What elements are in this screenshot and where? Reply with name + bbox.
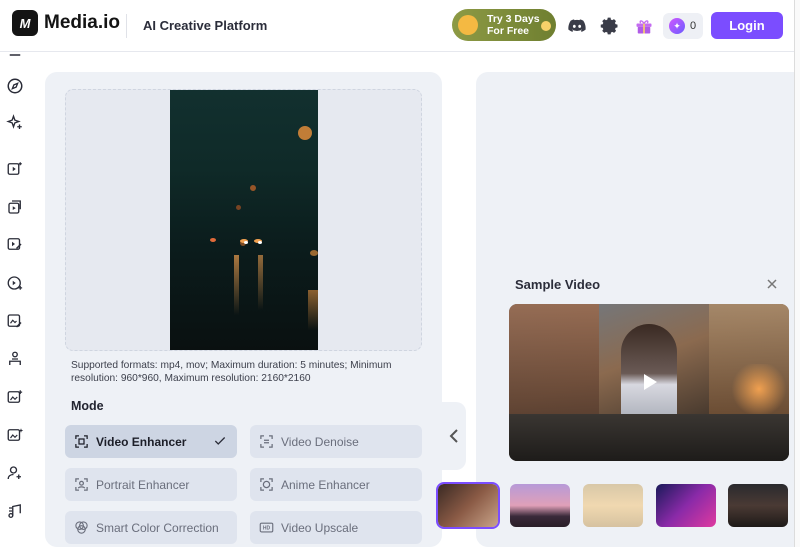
mode-video-denoise-button[interactable]: Video Denoise <box>250 425 422 458</box>
person-add-icon[interactable] <box>6 464 24 482</box>
mode-video-enhancer-button[interactable]: Video Enhancer <box>65 425 237 458</box>
close-icon[interactable] <box>766 278 778 290</box>
gear-icon[interactable] <box>600 16 620 36</box>
mode-heading: Mode <box>71 399 104 413</box>
music-icon[interactable] <box>6 502 24 520</box>
scan-frame-icon <box>75 435 88 448</box>
uploaded-video-preview <box>170 90 318 350</box>
anime-face-icon <box>260 478 273 491</box>
mode-smart-color-correction-button[interactable]: Smart Color Correction <box>65 511 237 544</box>
mode-anime-enhancer-button[interactable]: Anime Enhancer <box>250 468 422 501</box>
video-ai-icon[interactable] <box>6 160 24 178</box>
video-sketch-icon[interactable] <box>6 235 24 253</box>
supported-formats-text: Supported formats: mp4, mov; Maximum dur… <box>71 360 392 384</box>
mode-label: Portrait Enhancer <box>96 477 190 492</box>
promo-decoration-icon <box>458 15 478 35</box>
menu-partial-icon[interactable] <box>6 46 24 64</box>
promo-decoration-icon <box>541 21 551 31</box>
discord-icon[interactable] <box>567 16 587 36</box>
hd-icon: HD <box>259 522 274 533</box>
mode-portrait-enhancer-button[interactable]: Portrait Enhancer <box>65 468 237 501</box>
free-trial-promo-button[interactable]: Try 3 Days For Free <box>452 9 556 41</box>
color-circles-icon <box>75 521 88 534</box>
video-enhance-icon[interactable] <box>6 274 24 292</box>
mode-video-upscale-button[interactable]: HD Video Upscale <box>250 511 422 544</box>
sample-thumb-2[interactable] <box>510 484 570 527</box>
gift-icon[interactable] <box>634 16 654 36</box>
credits-count: 0 <box>690 20 697 32</box>
login-button[interactable]: Login <box>711 12 783 39</box>
sample-thumb-4[interactable] <box>656 484 716 527</box>
mode-label: Smart Color Correction <box>96 520 219 535</box>
video-upload-area[interactable] <box>65 89 422 351</box>
header-divider <box>126 14 127 38</box>
sparkle-icon[interactable] <box>6 114 24 132</box>
logo-mark: M <box>12 10 38 36</box>
portrait-icon <box>75 478 88 491</box>
chevron-left-icon <box>449 429 458 443</box>
mode-label: Video Enhancer <box>96 434 187 449</box>
mode-label: Video Denoise <box>281 434 359 449</box>
explore-icon[interactable] <box>6 77 24 95</box>
sample-video-title: Sample Video <box>515 277 601 292</box>
left-sidebar <box>0 52 32 547</box>
denoise-icon <box>260 435 273 448</box>
image-generate-icon[interactable] <box>6 426 24 444</box>
image-edit-icon[interactable] <box>6 312 24 330</box>
image-enhance-icon[interactable] <box>6 388 24 406</box>
sample-thumb-1[interactable] <box>436 482 500 529</box>
logo[interactable]: M Media.io <box>12 10 120 36</box>
avatar-icon[interactable] <box>6 350 24 368</box>
window-edge <box>794 0 800 547</box>
sample-thumb-5[interactable] <box>728 484 788 527</box>
credits-badge[interactable]: ✦ 0 <box>663 13 703 39</box>
mode-label: Video Upscale <box>281 520 359 535</box>
top-header: M Media.io AI Creative Platform Try 3 Da… <box>0 0 800 52</box>
play-icon[interactable] <box>637 370 661 394</box>
upload-panel: Supported formats: mp4, mov; Maximum dur… <box>45 72 442 547</box>
platform-label[interactable]: AI Creative Platform <box>143 18 267 33</box>
mode-label: Anime Enhancer <box>281 477 370 492</box>
check-icon <box>214 437 226 445</box>
sample-video-player[interactable] <box>509 304 789 461</box>
video-edit-icon[interactable] <box>6 198 24 216</box>
credits-star-icon: ✦ <box>669 18 685 34</box>
collapse-panel-button[interactable] <box>442 402 466 470</box>
logo-text: Media.io <box>44 12 121 33</box>
sample-thumb-3[interactable] <box>583 484 643 527</box>
svg-text:HD: HD <box>263 526 271 532</box>
